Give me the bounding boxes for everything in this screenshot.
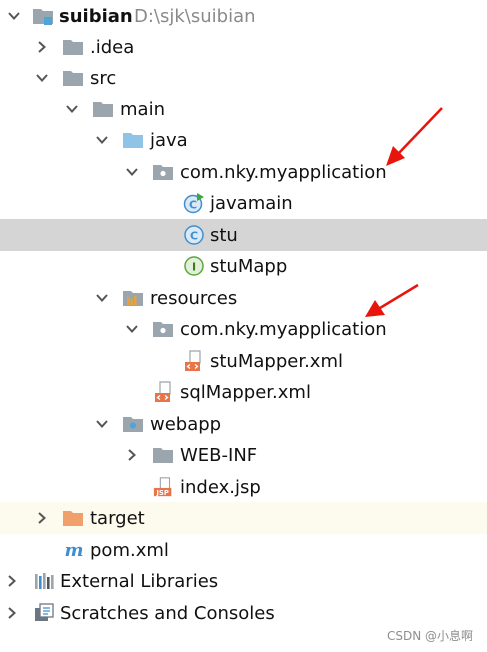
module-folder-icon (32, 0, 54, 32)
chevron-down-icon[interactable] (94, 124, 110, 156)
file-label: pom.xml (90, 539, 169, 561)
folder-label: target (90, 507, 145, 529)
tree-row-webinf[interactable]: WEB-INF (0, 439, 487, 471)
project-path: D:\sjk\suibian (134, 5, 256, 27)
folder-icon (62, 31, 84, 63)
folder-label: .idea (90, 36, 135, 58)
file-label: javamain (210, 192, 293, 214)
folder-label: WEB-INF (180, 444, 258, 466)
folder-icon (62, 62, 84, 94)
tree-row-javamain[interactable]: C javamain (0, 187, 487, 219)
tree-row-java[interactable]: java (0, 124, 487, 156)
tree-row-pom-xml[interactable]: m pom.xml (0, 534, 487, 566)
file-label: stu (210, 224, 238, 246)
file-label: index.jsp (180, 476, 261, 498)
chevron-down-icon[interactable] (94, 408, 110, 440)
chevron-right-icon[interactable] (4, 565, 20, 597)
maven-icon: m (63, 534, 85, 566)
tree-row-java-package[interactable]: com.nky.myapplication (0, 156, 487, 188)
node-label: Scratches and Consoles (60, 602, 275, 624)
source-folder-icon (122, 124, 144, 156)
tree-row-main[interactable]: main (0, 93, 487, 125)
interface-glyph: I (192, 261, 196, 274)
folder-label: main (120, 98, 165, 120)
chevron-right-icon[interactable] (124, 439, 140, 471)
chevron-right-icon[interactable] (34, 31, 50, 63)
scratches-icon (33, 597, 55, 629)
package-icon (152, 156, 174, 188)
tree-row-index-jsp[interactable]: JSP index.jsp (0, 471, 487, 503)
project-name: suibian (59, 5, 133, 27)
chevron-right-icon[interactable] (34, 502, 50, 534)
maven-glyph: m (64, 540, 83, 561)
package-label: com.nky.myapplication (180, 161, 387, 183)
folder-label: webapp (150, 413, 222, 435)
xml-file-icon (153, 376, 175, 408)
tree-row-project[interactable]: suibian D:\sjk\suibian (0, 0, 487, 32)
tree-row-stu[interactable]: C stu (0, 219, 487, 251)
tree-row-stumapp[interactable]: I stuMapp (0, 250, 487, 282)
tree-row-res-package[interactable]: com.nky.myapplication (0, 313, 487, 345)
jsp-file-icon: JSP (153, 471, 175, 503)
folder-icon (152, 439, 174, 471)
tree-row-external-libraries[interactable]: External Libraries (0, 565, 487, 597)
folder-label: resources (150, 287, 238, 309)
class-glyph: C (189, 199, 197, 212)
jsp-glyph: JSP (155, 489, 169, 497)
chevron-down-icon[interactable] (64, 93, 80, 125)
chevron-down-icon[interactable] (124, 313, 140, 345)
excluded-folder-icon (62, 502, 84, 534)
watermark: CSDN @小息啊 (386, 629, 473, 643)
chevron-down-icon[interactable] (34, 62, 50, 94)
tree-row-target[interactable]: target (0, 502, 487, 534)
resources-folder-icon (122, 282, 144, 314)
package-icon (152, 313, 174, 345)
tree-row-resources[interactable]: resources (0, 282, 487, 314)
file-label: sqlMapper.xml (180, 381, 311, 403)
folder-icon (92, 93, 114, 125)
tree-row-idea[interactable]: .idea (0, 31, 487, 63)
tree-row-scratches[interactable]: Scratches and Consoles (0, 597, 487, 629)
interface-icon: I (183, 250, 205, 282)
tree-row-src[interactable]: src (0, 62, 487, 94)
folder-label: java (150, 129, 188, 151)
chevron-down-icon[interactable] (6, 0, 22, 32)
tree-row-stumapper-xml[interactable]: stuMapper.xml (0, 345, 487, 377)
library-icon (33, 565, 55, 597)
package-label: com.nky.myapplication (180, 318, 387, 340)
chevron-down-icon[interactable] (94, 282, 110, 314)
tree-row-webapp[interactable]: webapp (0, 408, 487, 440)
class-icon: C (183, 219, 205, 251)
file-label: stuMapp (210, 255, 288, 277)
web-folder-icon (122, 408, 144, 440)
xml-file-icon (183, 345, 205, 377)
class-glyph: C (190, 230, 198, 243)
file-label: stuMapper.xml (210, 350, 343, 372)
chevron-right-icon[interactable] (4, 597, 20, 629)
folder-label: src (90, 67, 117, 89)
class-main-icon: C (183, 187, 205, 219)
node-label: External Libraries (60, 570, 219, 592)
chevron-down-icon[interactable] (124, 156, 140, 188)
tree-row-sqlmapper-xml[interactable]: sqlMapper.xml (0, 376, 487, 408)
